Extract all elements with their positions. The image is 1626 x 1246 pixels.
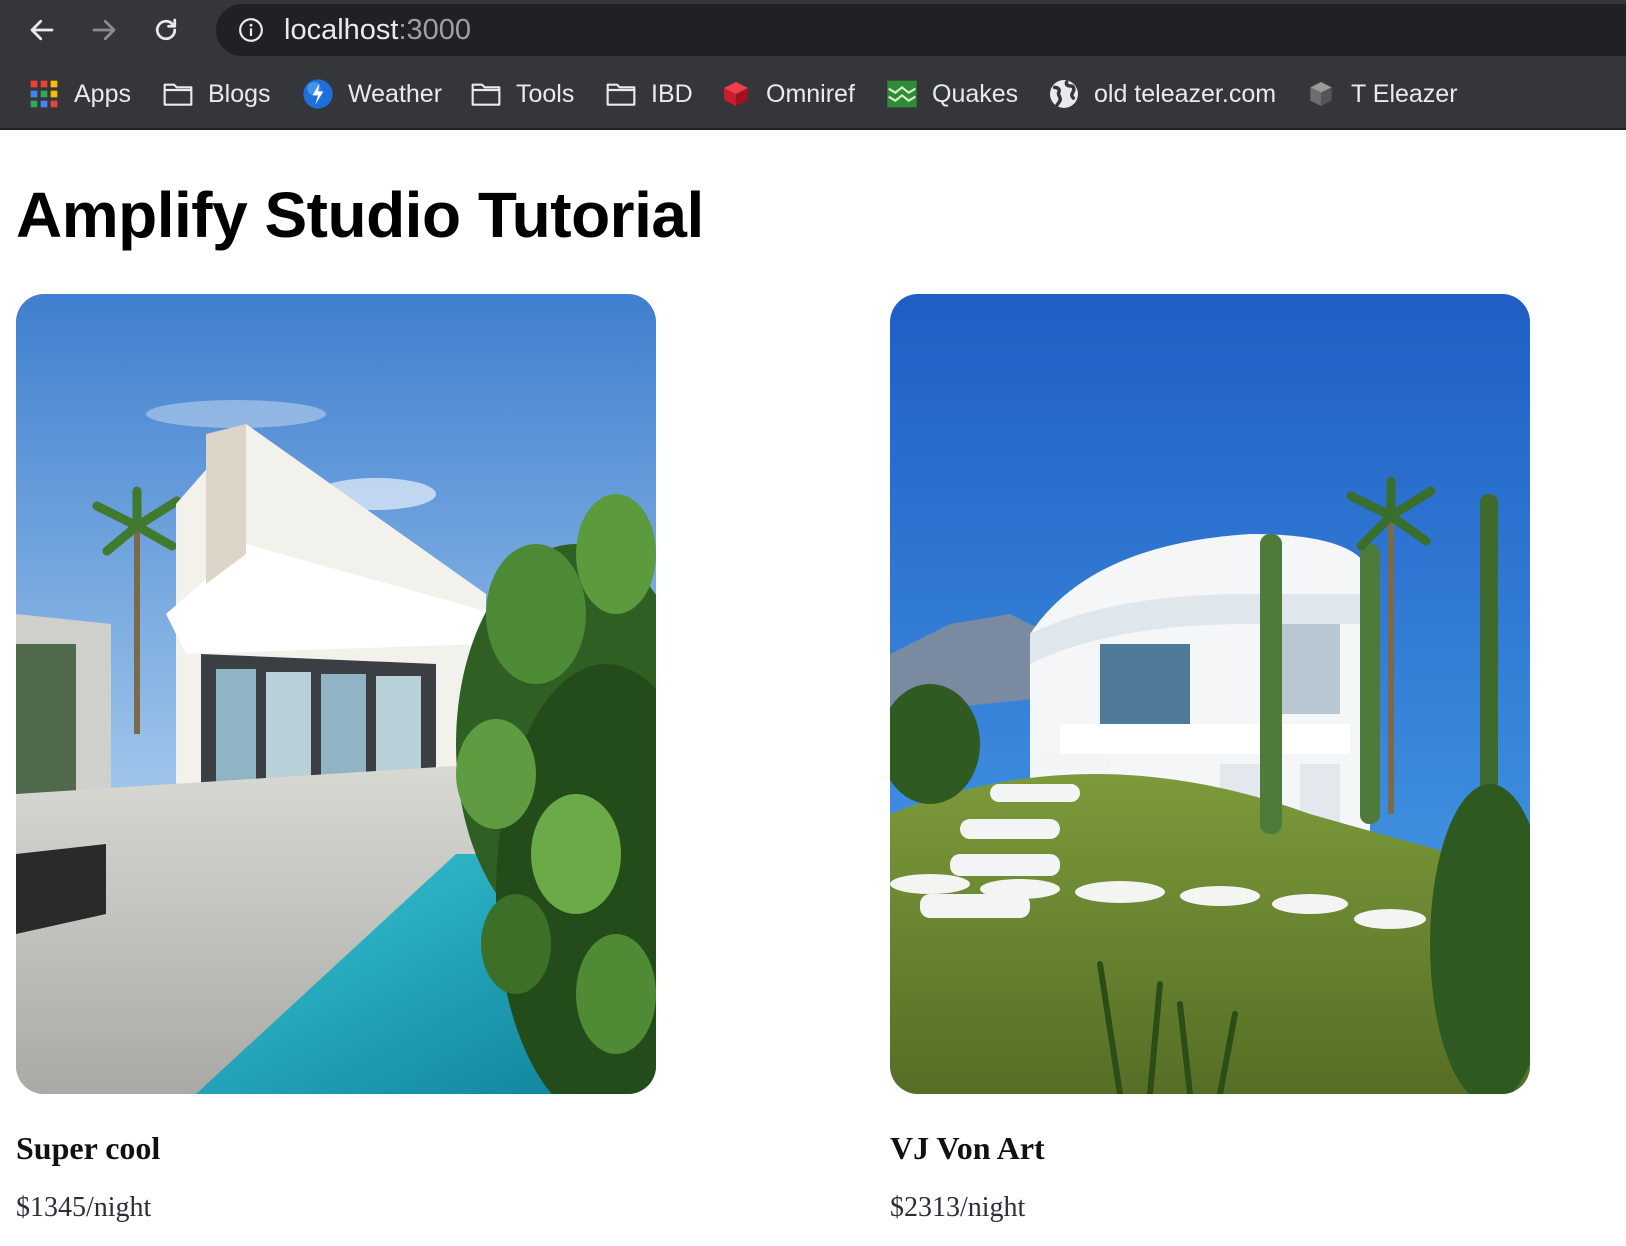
bookmark-apps[interactable]: Apps [28,74,131,114]
folder-icon [162,78,194,110]
listing-price: $1345/night [16,1192,152,1223]
browser-toolbar: localhost:3000 [0,0,1626,60]
forward-button[interactable] [84,10,124,50]
bookmark-label: IBD [651,79,693,108]
bookmark-ibd[interactable]: IBD [605,74,693,114]
listing-name[interactable]: VJ Von Art [890,1130,1045,1167]
bookmark-quakes[interactable]: Quakes [886,74,1018,114]
gray-cube-icon [1305,78,1337,110]
page-title: Amplify Studio Tutorial [16,179,704,251]
globe-icon [1048,78,1080,110]
bookmark-label: T Eleazer [1351,79,1458,108]
bookmark-omniref[interactable]: Omniref [720,74,855,114]
apps-grid-icon [28,78,60,110]
folder-icon [470,78,502,110]
reload-button[interactable] [146,10,186,50]
listing-price: $2313/night [890,1192,1026,1223]
folder-icon [605,78,637,110]
bookmark-t-eleazer[interactable]: T Eleazer [1305,74,1458,114]
listing-photo-white-villa-garden[interactable] [890,294,1530,1094]
back-button[interactable] [22,10,62,50]
address-bar[interactable]: localhost:3000 [216,4,1626,56]
listing-card[interactable]: Super cool $1345/night [16,294,656,1223]
red-cube-icon [720,78,752,110]
arrow-right-icon [92,19,116,41]
bookmark-label: Quakes [932,79,1019,108]
bookmark-label: Weather [348,79,443,108]
bookmark-label: Apps [74,79,131,108]
url-port: :3000 [398,14,472,46]
info-icon[interactable] [238,17,264,43]
bookmark-label: Tools [516,79,575,108]
bookmark-old-teleazer[interactable]: old teleazer.com [1048,74,1276,114]
url-text[interactable]: localhost:3000 [284,14,471,47]
bookmark-label: old teleazer.com [1094,79,1277,108]
bookmarks-bar: Apps Blogs Weather Tools IBD Omniref Qua… [0,60,1626,130]
listing-name[interactable]: Super cool [16,1130,160,1167]
url-host: localhost [284,14,399,46]
arrow-left-icon [30,19,54,41]
weather-globe-icon [302,78,334,110]
bookmark-weather[interactable]: Weather [302,74,442,114]
listing-card[interactable]: VJ Von Art $2313/night [890,294,1530,1223]
bookmark-label: Blogs [208,79,271,108]
bookmark-label: Omniref [766,79,855,108]
bookmark-blogs[interactable]: Blogs [162,74,271,114]
listing-photo-modern-villa-pool[interactable] [16,294,656,1094]
bookmark-tools[interactable]: Tools [470,74,574,114]
reload-icon [155,18,177,41]
quakes-chart-icon [886,78,918,110]
